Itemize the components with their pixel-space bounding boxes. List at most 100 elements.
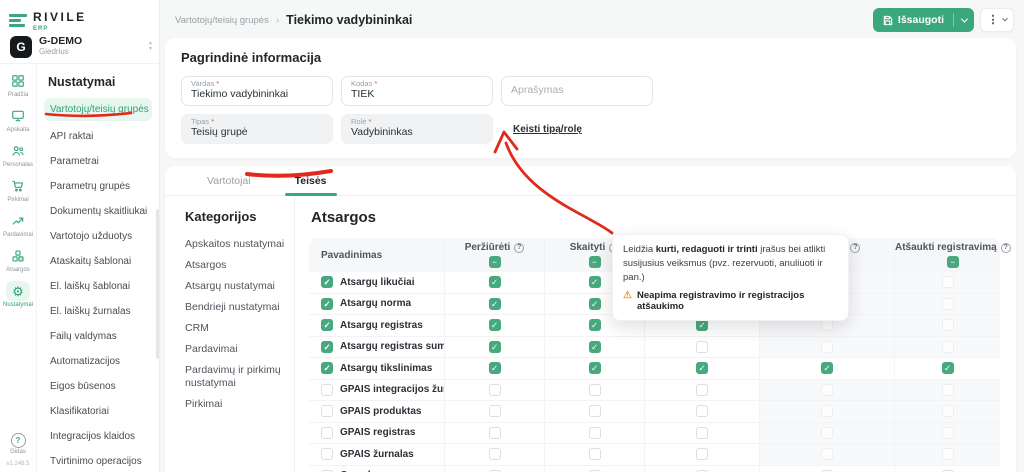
category-item-pirkimai[interactable]: Pirkimai — [185, 394, 286, 415]
kodas-field[interactable]: Kodas *TIEK — [341, 76, 493, 106]
permission-checkbox[interactable] — [942, 319, 954, 331]
account-switcher[interactable]: G G-DEMO Giedrius ▲▼ — [0, 30, 159, 64]
permission-checkbox[interactable]: ✓ — [489, 319, 501, 331]
row-select-checkbox[interactable]: ✓ — [321, 298, 333, 310]
sidebar-item-el-lai-k-urnalas[interactable]: El. laiškų žurnalas — [44, 302, 152, 321]
permission-checkbox[interactable] — [821, 319, 833, 331]
sidebar-item-api-raktai[interactable]: API raktai — [44, 127, 152, 146]
category-item-atsarg-nustatymai[interactable]: Atsargų nustatymai — [185, 276, 286, 297]
sidebar-item-eigos-b-senos[interactable]: Eigos būsenos — [44, 377, 152, 396]
permission-checkbox[interactable] — [589, 448, 601, 460]
permission-checkbox[interactable] — [821, 448, 833, 460]
tab-vartotojai[interactable]: Vartotojai — [185, 166, 273, 195]
permission-checkbox[interactable]: ✓ — [589, 362, 601, 374]
rail-item-pardavimai[interactable]: Pardavimai — [3, 211, 33, 238]
permission-checkbox[interactable]: ✓ — [489, 276, 501, 288]
permission-checkbox[interactable] — [821, 341, 833, 353]
help-icon[interactable]: ? — [1001, 243, 1011, 253]
permission-checkbox[interactable]: ✓ — [489, 341, 501, 353]
permission-checkbox[interactable] — [489, 405, 501, 417]
sidebar-item-automatizacijos[interactable]: Automatizacijos — [44, 352, 152, 371]
permission-checkbox[interactable] — [589, 405, 601, 417]
row-select-checkbox[interactable] — [321, 427, 333, 439]
permission-checkbox[interactable] — [489, 384, 501, 396]
row-select-checkbox[interactable]: ✓ — [321, 341, 333, 353]
sidebar-item-vartotoj-teisi-grup-s[interactable]: Vartotojų/teisių grupės — [44, 98, 152, 121]
column-select-all-checkbox[interactable]: − — [947, 256, 959, 268]
vardas-field[interactable]: Vardas *Tiekimo vadybininkai — [181, 76, 333, 106]
category-item-crm[interactable]: CRM — [185, 318, 286, 339]
permission-checkbox[interactable] — [942, 384, 954, 396]
permission-checkbox[interactable]: ✓ — [589, 341, 601, 353]
permission-checkbox[interactable] — [589, 427, 601, 439]
category-item-pardavimai[interactable]: Pardavimai — [185, 339, 286, 360]
permission-checkbox[interactable]: ✓ — [696, 319, 708, 331]
category-item-bendrieji-nustatymai[interactable]: Bendrieji nustatymai — [185, 297, 286, 318]
sidebar-item-el-lai-k-ablonai[interactable]: El. laiškų šablonai — [44, 277, 152, 296]
permission-cell — [544, 423, 644, 444]
row-select-checkbox[interactable] — [321, 384, 333, 396]
sidebar-item-parametr-grup-s[interactable]: Parametrų grupės — [44, 177, 152, 196]
permission-checkbox[interactable] — [696, 341, 708, 353]
permission-checkbox[interactable]: ✓ — [696, 362, 708, 374]
breadcrumb-parent[interactable]: Vartotojų/teisių grupės — [175, 15, 269, 26]
permission-checkbox[interactable] — [942, 276, 954, 288]
permission-checkbox[interactable] — [696, 427, 708, 439]
save-button[interactable]: Išsaugoti — [873, 14, 953, 26]
rail-item-apskaita[interactable]: Apskaita — [3, 106, 33, 133]
row-select-checkbox[interactable] — [321, 405, 333, 417]
column-select-all-checkbox[interactable]: − — [589, 256, 601, 268]
category-item-atsargos[interactable]: Atsargos — [185, 255, 286, 276]
permission-checkbox[interactable] — [696, 448, 708, 460]
category-item-pardavim-ir-pirkim-nustatymai[interactable]: Pardavimų ir pirkimų nustatymai — [185, 360, 286, 394]
permission-checkbox[interactable]: ✓ — [589, 298, 601, 310]
apra-ymas-field[interactable]: Aprašymas — [501, 76, 653, 106]
sidebar-item-dokument-skaitliukai[interactable]: Dokumentų skaitliukai — [44, 202, 152, 221]
sidebar-item-fail-valdymas[interactable]: Failų valdymas — [44, 327, 152, 346]
rail-item-personalas[interactable]: Personalas — [3, 141, 33, 168]
column-select-all-checkbox[interactable]: − — [489, 256, 501, 268]
permission-checkbox[interactable] — [821, 405, 833, 417]
change-type-role-link[interactable]: Keisti tipą/rolę — [513, 124, 582, 135]
category-item-apskaitos-nustatymai[interactable]: Apskaitos nustatymai — [185, 234, 286, 255]
permission-checkbox[interactable]: ✓ — [821, 362, 833, 374]
guide-button[interactable]: ? Gidas — [6, 433, 29, 455]
row-select-checkbox[interactable] — [321, 448, 333, 460]
sidebar-item-klasifikatoriai[interactable]: Klasifikatoriai — [44, 402, 152, 421]
permission-checkbox[interactable] — [696, 405, 708, 417]
nav-scrollbar[interactable] — [156, 209, 159, 359]
permission-checkbox[interactable] — [489, 427, 501, 439]
sidebar-item-parametrai[interactable]: Parametrai — [44, 152, 152, 171]
row-select-checkbox[interactable]: ✓ — [321, 276, 333, 288]
sidebar-item-ataskait-ablonai[interactable]: Ataskaitų šablonai — [44, 252, 152, 271]
help-icon[interactable]: ? — [850, 243, 860, 253]
more-actions-button[interactable]: ⋮ — [980, 8, 1014, 32]
permission-checkbox[interactable]: ✓ — [489, 362, 501, 374]
permission-checkbox[interactable] — [942, 448, 954, 460]
row-select-checkbox[interactable]: ✓ — [321, 319, 333, 331]
permission-checkbox[interactable] — [942, 405, 954, 417]
permission-checkbox[interactable]: ✓ — [589, 319, 601, 331]
row-select-checkbox[interactable]: ✓ — [321, 362, 333, 374]
rail-item-atsargos[interactable]: Atsargos — [3, 246, 33, 273]
save-dropdown-button[interactable] — [954, 18, 974, 23]
help-icon[interactable]: ? — [514, 243, 524, 253]
sidebar-item-vartotojo-u-duotys[interactable]: Vartotojo užduotys — [44, 227, 152, 246]
permission-checkbox[interactable]: ✓ — [489, 298, 501, 310]
permission-checkbox[interactable]: ✓ — [589, 276, 601, 288]
sidebar-item-tvirtinimo-operacijos[interactable]: Tvirtinimo operacijos — [44, 452, 152, 471]
permission-checkbox[interactable] — [489, 448, 501, 460]
rail-item-pradžia[interactable]: Pradžia — [3, 71, 33, 98]
permission-checkbox[interactable] — [942, 298, 954, 310]
tab-teis-s[interactable]: Teisės — [273, 166, 349, 195]
rail-item-pirkimai[interactable]: Pirkimai — [3, 176, 33, 203]
sidebar-item-integracijos-klaidos[interactable]: Integracijos klaidos — [44, 427, 152, 446]
permission-checkbox[interactable] — [821, 427, 833, 439]
permission-checkbox[interactable] — [821, 384, 833, 396]
permission-checkbox[interactable] — [696, 384, 708, 396]
permission-checkbox[interactable] — [942, 427, 954, 439]
permission-checkbox[interactable] — [942, 341, 954, 353]
permission-checkbox[interactable]: ✓ — [942, 362, 954, 374]
rail-item-nustatymai[interactable]: ⚙Nustatymai — [3, 281, 33, 308]
permission-checkbox[interactable] — [589, 384, 601, 396]
